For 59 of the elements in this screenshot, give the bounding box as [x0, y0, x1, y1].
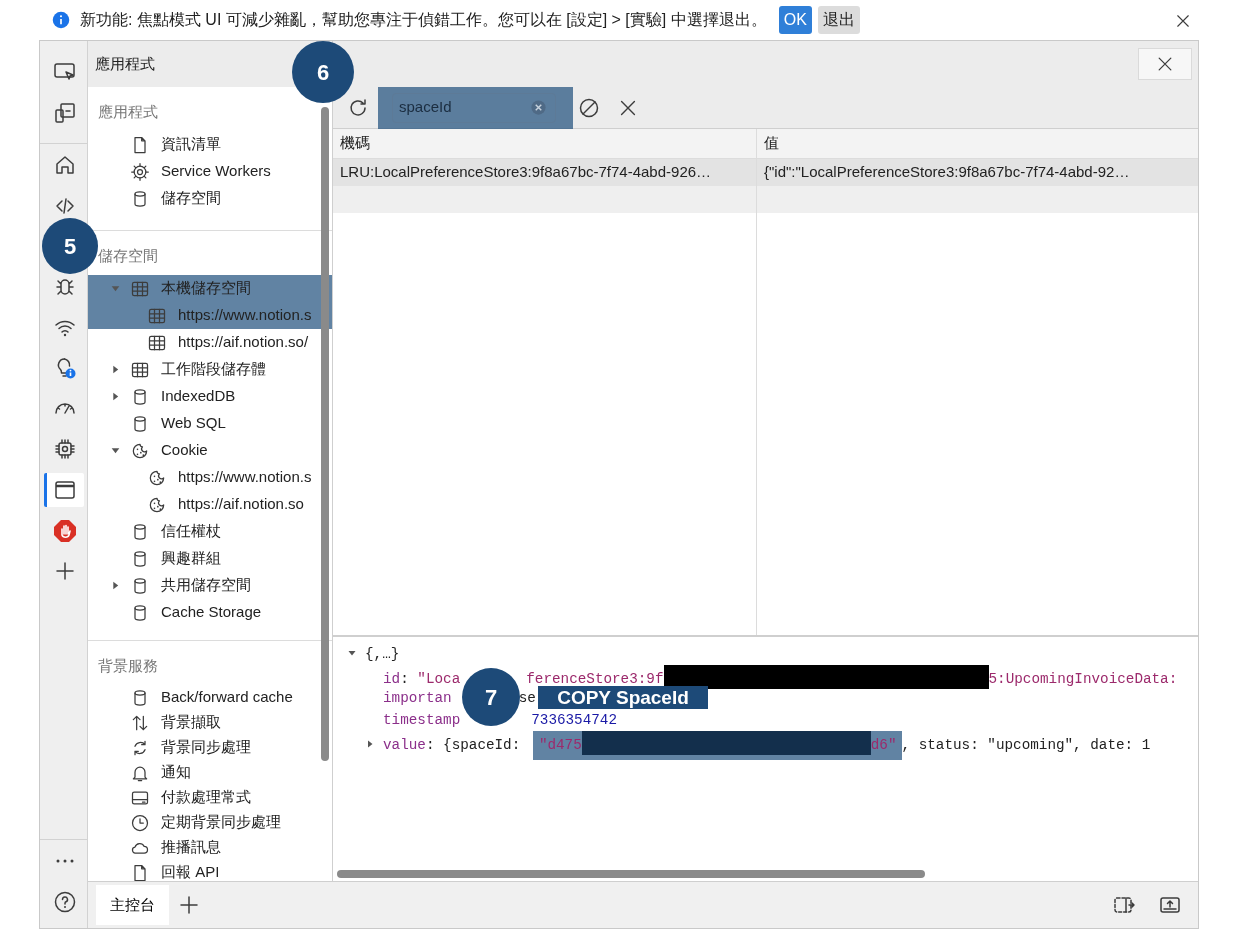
tree-item[interactable]: https://aif.notion.so/	[88, 329, 332, 356]
button[interactable]: 退出	[817, 6, 860, 34]
tree-item[interactable]: https://www.notion.s	[88, 464, 332, 491]
code-text: ferenceStore3:9f	[526, 671, 664, 687]
button[interactable]: OK	[778, 6, 812, 34]
tree-item[interactable]: IndexedDB	[88, 383, 332, 410]
tree-item[interactable]: 資訊清單	[88, 131, 332, 158]
clear-icon[interactable]	[529, 98, 548, 117]
tab[interactable]: 主控台	[96, 885, 169, 925]
code-text: "d475	[538, 737, 582, 753]
section-heading: 儲存空間	[97, 246, 159, 266]
tree-item[interactable]: 推播訊息	[88, 835, 332, 860]
add-icon[interactable]	[177, 893, 201, 917]
help-icon[interactable]	[53, 890, 77, 914]
code-text: value: {spaceId:	[383, 737, 522, 753]
tree-item[interactable]: 回報 API	[88, 860, 332, 881]
tree-item[interactable]: Web SQL	[88, 410, 332, 437]
code-text: , status: "upcoming", date: 1	[901, 737, 1151, 753]
tree-item[interactable]: 付款處理常式	[88, 785, 332, 810]
tree-item[interactable]: 興趣群組	[88, 545, 332, 572]
info-message: 新功能: 焦點模式 UI 可減少雜亂，幫助您專注于偵錯工作。您可以在 [設定] > [實驗] 中選擇退出。	[80, 10, 767, 30]
tree-item[interactable]: 信任權杖	[88, 518, 332, 545]
clock-icon	[130, 812, 150, 833]
tree-item[interactable]: 儲存空間	[88, 185, 332, 212]
code-text: se	[518, 690, 536, 706]
column-header[interactable]: 機碼	[333, 129, 757, 158]
tree-item[interactable]: Service Workers	[88, 158, 332, 185]
chip-icon	[53, 437, 77, 462]
tree-item[interactable]: 本機儲存空間	[88, 275, 332, 302]
tree-item[interactable]: Cookie	[88, 437, 332, 464]
tree-item[interactable]: 共用儲存空間	[88, 572, 332, 599]
activity-button[interactable]	[43, 472, 84, 507]
gear-icon	[130, 161, 150, 182]
tree-item[interactable]: https://www.notion.s	[88, 302, 332, 329]
code-text: 7336354742	[531, 712, 617, 728]
step-badge: 7	[462, 668, 520, 726]
section-heading: 背景服務	[97, 656, 159, 676]
tree-item[interactable]: Back/forward cache	[88, 685, 332, 710]
column-header[interactable]: 值	[757, 129, 1198, 158]
tree-item[interactable]: 背景同步處理	[88, 735, 332, 760]
devices-icon	[53, 100, 77, 125]
code-text: timestamp	[383, 712, 461, 728]
table-row[interactable]: LRU:LocalPreferenceStore3:9f8a67bc-7f74-4abd-926… {"id":"LocalPreferenceStore3:9f8a67bc-7f74-4abd-92…	[333, 159, 1198, 186]
callout-label: COPY SpaceId	[538, 686, 708, 709]
code-text: {,…}	[365, 646, 400, 662]
code-text: d6"	[870, 737, 897, 753]
tree-item[interactable]: 定期背景同步處理	[88, 810, 332, 835]
stop-hand-icon	[53, 518, 77, 543]
section-heading: 應用程式	[97, 102, 159, 122]
code-text: 5:UpcomingInvoiceData:	[988, 671, 1178, 687]
tree-item[interactable]: 通知	[88, 760, 332, 785]
tree-item[interactable]: https://aif.notion.so	[88, 491, 332, 518]
table-cell-text: {"id":"LocalPreferenceStore3:9f8a67bc-7f74-4abd-92…	[763, 162, 1131, 183]
tree-item[interactable]: 工作階段儲存體	[88, 356, 332, 383]
info-icon	[52, 11, 70, 29]
tree-item[interactable]: Cache Storage	[88, 599, 332, 626]
code-text: importan	[383, 690, 452, 706]
tree-item[interactable]: 背景擷取	[88, 710, 332, 735]
code-text: id: "Loca	[383, 671, 461, 687]
